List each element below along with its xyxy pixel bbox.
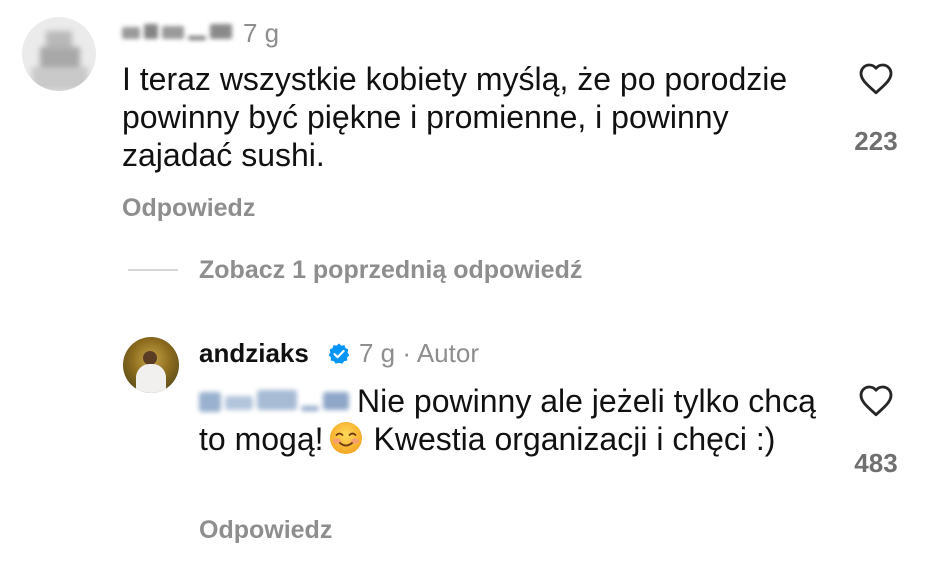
verified-badge-icon [328, 343, 350, 364]
avatar-figure-head [143, 351, 157, 365]
avatar-blurred[interactable] [22, 17, 96, 91]
like-column: 483 [841, 384, 911, 479]
like-column: 223 [841, 62, 911, 157]
like-count: 223 [854, 126, 898, 156]
heart-outline-icon[interactable] [858, 62, 894, 95]
comment-meta: 7 g · Autor [359, 338, 479, 369]
thread-divider [128, 269, 178, 271]
see-previous-replies-button[interactable]: Zobacz 1 poprzednią odpowiedź [199, 256, 582, 285]
like-count: 483 [854, 448, 898, 478]
reply-button[interactable]: Odpowiedz [199, 516, 332, 545]
username-blurred[interactable] [122, 22, 234, 42]
comments-panel: 7 g I teraz wszystkie kobiety myślą, że … [0, 0, 942, 566]
reply-text: Nie powinny ale jeżeli tylko chcą to mog… [199, 382, 819, 458]
heart-outline-icon[interactable] [858, 384, 894, 417]
avatar[interactable] [123, 337, 179, 393]
comment-text: I teraz wszystkie kobiety myślą, że po p… [122, 61, 788, 173]
reply-button[interactable]: Odpowiedz [122, 194, 255, 223]
comment-time: 7 g [243, 18, 280, 48]
avatar-figure-dress [136, 364, 166, 393]
smiling-face-emoji [329, 422, 362, 454]
author-badge: · Autor [402, 338, 479, 368]
reply-text-part2: Kwestia organizacji i chęci :) [373, 421, 776, 457]
mention-blurred[interactable] [199, 386, 351, 416]
comment-time: 7 g [359, 338, 396, 368]
username[interactable]: andziaks [199, 338, 309, 369]
